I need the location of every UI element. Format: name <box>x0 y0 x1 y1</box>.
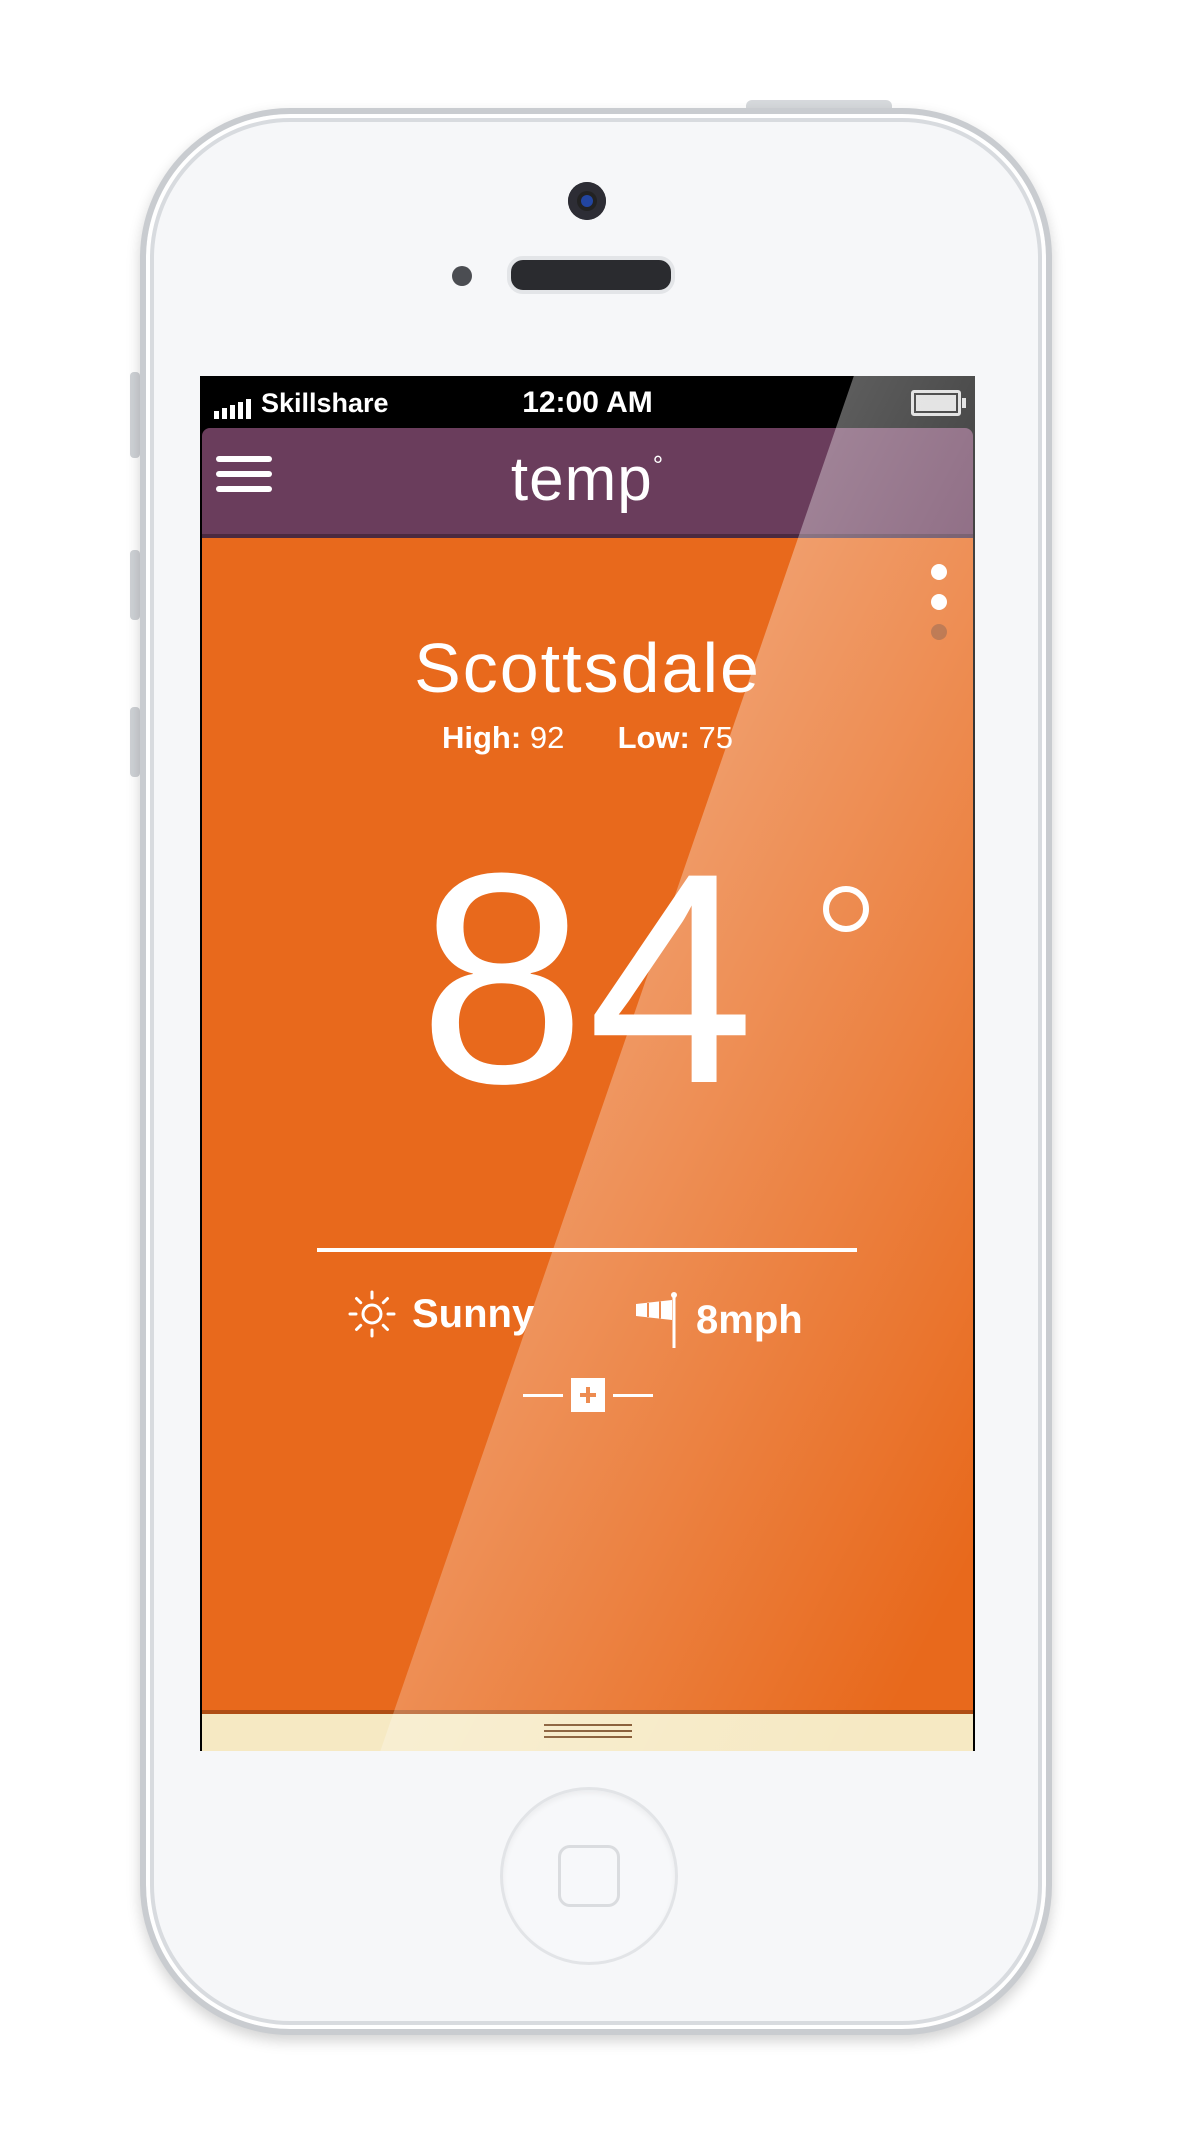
plus-icon[interactable] <box>570 1378 605 1412</box>
sun-icon <box>348 1290 396 1338</box>
weather-panel[interactable]: Scottsdale High: 92 Low: 75 84 Sunny 8mp… <box>202 538 973 1710</box>
proximity-sensor <box>452 266 472 286</box>
front-camera <box>568 182 606 220</box>
wind: 8mph <box>632 1290 803 1350</box>
condition-text: Sunny <box>412 1291 535 1336</box>
earpiece-speaker <box>507 256 675 294</box>
page-dot[interactable] <box>931 564 947 580</box>
volume-up-button <box>130 550 140 620</box>
mute-switch <box>130 372 140 458</box>
home-square-icon <box>558 1845 620 1907</box>
volume-down-button <box>130 707 140 777</box>
divider <box>317 1248 857 1252</box>
more-details <box>202 1378 973 1412</box>
app-title-text: temp <box>510 445 653 514</box>
page-dot[interactable] <box>931 594 947 610</box>
current-temperature: 84 <box>418 810 757 1146</box>
home-button[interactable] <box>500 1787 678 1965</box>
bottom-drawer-handle[interactable] <box>202 1710 973 1751</box>
low-label: Low: <box>617 720 690 755</box>
high-low: High: 92 Low: 75 <box>202 720 973 756</box>
low-value: 75 <box>698 720 733 755</box>
grip-icon <box>544 1724 632 1742</box>
screen: Skillshare 12:00 AM temp° Scottsdale Hig… <box>200 376 975 1751</box>
status-time: 12:00 AM <box>522 386 653 419</box>
windsock-icon <box>636 1292 677 1348</box>
wind-speed: 8mph <box>696 1297 803 1342</box>
app-title: temp° <box>202 444 973 515</box>
battery-fill <box>916 395 956 411</box>
city-name: Scottsdale <box>414 629 761 707</box>
status-bar: Skillshare 12:00 AM <box>200 376 975 426</box>
degree-icon <box>823 886 869 932</box>
high-label: High: <box>442 720 522 755</box>
nav-bar: temp° <box>202 428 973 538</box>
condition: Sunny <box>348 1290 534 1338</box>
battery-icon <box>911 390 966 416</box>
app-title-degree: ° <box>652 450 665 480</box>
high-value: 92 <box>529 720 565 755</box>
